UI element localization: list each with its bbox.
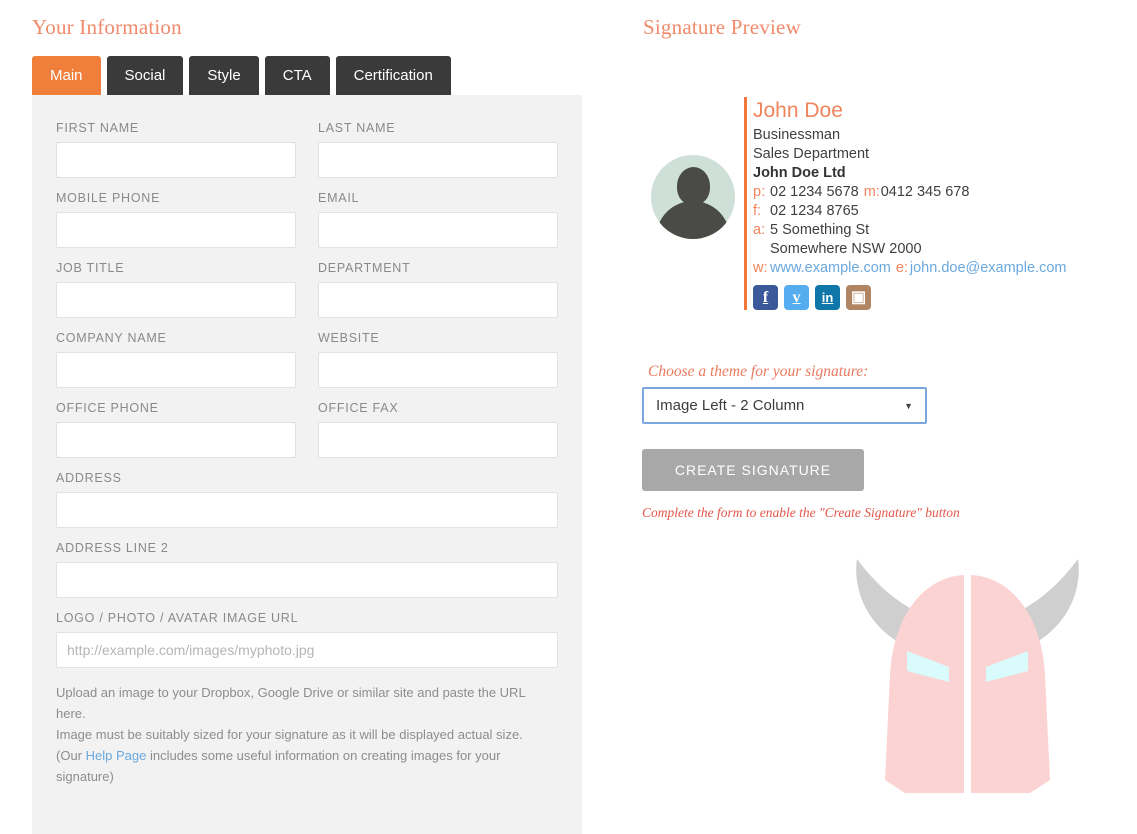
tab-main[interactable]: Main	[32, 56, 101, 95]
field-first-name: FIRST NAME	[56, 121, 296, 178]
field-office-fax: OFFICE FAX	[318, 401, 558, 458]
help-line-3: (Our Help Page includes some useful info…	[56, 745, 558, 787]
image-url-help-text: Upload an image to your Dropbox, Google …	[56, 682, 558, 787]
input-office-phone[interactable]	[56, 422, 296, 458]
label-job-title: JOB TITLE	[56, 261, 125, 275]
viking-helmet-watermark-icon	[856, 559, 1079, 793]
theme-select[interactable]: Image Left - 2 Column ▼	[642, 387, 927, 424]
label-company-name: COMPANY NAME	[56, 331, 167, 345]
field-email: EMAIL	[318, 191, 558, 248]
field-logo-photo-avatar-image-url: LOGO / PHOTO / AVATAR IMAGE URL	[56, 611, 558, 668]
signature-phone: 02 1234 5678	[770, 184, 859, 200]
signature-address-line2: Somewhere NSW 2000	[770, 241, 922, 257]
page-title-signature-preview: Signature Preview	[643, 15, 801, 39]
help-line-2: Image must be suitably sized for your si…	[56, 727, 523, 742]
label-website: WEBSITE	[318, 331, 380, 345]
field-office-phone: OFFICE PHONE	[56, 401, 296, 458]
field-website: WEBSITE	[318, 331, 558, 388]
form-row: OFFICE PHONE OFFICE FAX	[56, 401, 558, 471]
signature-web-row: w: www.example.com e: john.doe@example.com	[753, 259, 1066, 278]
label-address: ADDRESS	[56, 471, 122, 485]
fax-label: f:	[753, 203, 762, 219]
signature-department: Sales Department	[753, 146, 870, 162]
signature-fax-row: f: 02 1234 8765	[753, 202, 1066, 221]
signature-phone-row: p: 02 1234 5678 m:0412 345 678	[753, 183, 1066, 202]
signature-address-line1: 5 Something St	[770, 222, 870, 238]
signature-text-block: John Doe Businessman Sales Department Jo…	[753, 97, 1066, 310]
form-row: FIRST NAME LAST NAME	[56, 121, 558, 191]
signature-name: John Doe	[753, 99, 843, 122]
theme-chooser-label: Choose a theme for your signature:	[648, 363, 869, 380]
tab-style[interactable]: Style	[189, 56, 259, 95]
input-office-fax[interactable]	[318, 422, 558, 458]
twitter-icon[interactable]: ᴠ	[784, 285, 809, 310]
field-last-name: LAST NAME	[318, 121, 558, 178]
address-label: a:	[753, 222, 766, 238]
label-email: EMAIL	[318, 191, 360, 205]
input-last-name[interactable]	[318, 142, 558, 178]
help-line-1: Upload an image to your Dropbox, Google …	[56, 685, 526, 721]
signature-social-icons: f ᴠ in ▣	[753, 285, 1066, 310]
input-address-line-2[interactable]	[56, 562, 558, 598]
form-row: JOB TITLE DEPARTMENT	[56, 261, 558, 331]
mobile-label: m:	[863, 184, 880, 200]
label-mobile-phone: MOBILE PHONE	[56, 191, 161, 205]
field-department: DEPARTMENT	[318, 261, 558, 318]
help-page-link[interactable]: Help Page	[86, 748, 147, 763]
avatar-shoulders-shape	[656, 201, 730, 239]
signature-preview-card: John Doe Businessman Sales Department Jo…	[651, 97, 1066, 310]
signature-generator-page: Your Information Main Social Style CTA Certi…	[0, 0, 1137, 834]
field-job-title: JOB TITLE	[56, 261, 296, 318]
signature-mobile: 0412 345 678	[880, 184, 970, 200]
signature-company: John Doe Ltd	[753, 165, 846, 181]
label-office-fax: OFFICE FAX	[318, 401, 399, 415]
form-row: COMPANY NAME WEBSITE	[56, 331, 558, 401]
avatar-head-shape	[677, 167, 710, 205]
input-department[interactable]	[318, 282, 558, 318]
help-line-3-pre: (Our	[56, 748, 86, 763]
label-last-name: LAST NAME	[318, 121, 396, 135]
theme-select-value: Image Left - 2 Column	[656, 397, 805, 414]
facebook-icon[interactable]: f	[753, 285, 778, 310]
label-department: DEPARTMENT	[318, 261, 411, 275]
website-label: w:	[753, 260, 768, 276]
label-office-phone: OFFICE PHONE	[56, 401, 159, 415]
signature-job-title: Businessman	[753, 127, 841, 143]
field-mobile-phone: MOBILE PHONE	[56, 191, 296, 248]
form-row: MOBILE PHONE EMAIL	[56, 191, 558, 261]
label-logo-photo-avatar-image-url: LOGO / PHOTO / AVATAR IMAGE URL	[56, 611, 299, 625]
form-incomplete-warning: Complete the form to enable the "Create …	[642, 505, 960, 520]
linkedin-icon[interactable]: in	[815, 285, 840, 310]
form-tabs: Main Social Style CTA Certification	[32, 56, 451, 95]
input-website[interactable]	[318, 352, 558, 388]
instagram-icon[interactable]: ▣	[846, 285, 871, 310]
tab-cta[interactable]: CTA	[264, 56, 330, 95]
email-label: e:	[895, 260, 908, 276]
create-signature-button[interactable]: CREATE SIGNATURE	[642, 449, 864, 491]
phone-label: p:	[753, 184, 766, 200]
field-company-name: COMPANY NAME	[56, 331, 296, 388]
input-mobile-phone[interactable]	[56, 212, 296, 248]
input-company-name[interactable]	[56, 352, 296, 388]
label-first-name: FIRST NAME	[56, 121, 139, 135]
signature-address-row: a: 5 Something St	[753, 221, 1066, 240]
field-address: ADDRESS	[56, 471, 558, 528]
tab-certification[interactable]: Certification	[335, 56, 451, 95]
input-first-name[interactable]	[56, 142, 296, 178]
page-title-your-information: Your Information	[32, 15, 182, 39]
signature-website-link[interactable]: www.example.com	[770, 260, 891, 276]
field-address-line-2: ADDRESS LINE 2	[56, 541, 558, 598]
form-fields-container: FIRST NAME LAST NAME MOBILE PHONE EMAIL JOB …	[32, 95, 582, 787]
input-job-title[interactable]	[56, 282, 296, 318]
avatar	[651, 155, 735, 239]
signature-fax: 02 1234 8765	[770, 203, 859, 219]
form-panel: FIRST NAME LAST NAME MOBILE PHONE EMAIL JOB …	[32, 95, 582, 834]
tab-social[interactable]: Social	[106, 56, 184, 95]
chevron-down-icon: ▼	[904, 400, 913, 411]
label-address-line-2: ADDRESS LINE 2	[56, 541, 169, 555]
input-email[interactable]	[318, 212, 558, 248]
input-logo-photo-avatar-image-url[interactable]	[56, 632, 558, 668]
signature-email-link[interactable]: john.doe@example.com	[910, 260, 1067, 276]
input-address[interactable]	[56, 492, 558, 528]
